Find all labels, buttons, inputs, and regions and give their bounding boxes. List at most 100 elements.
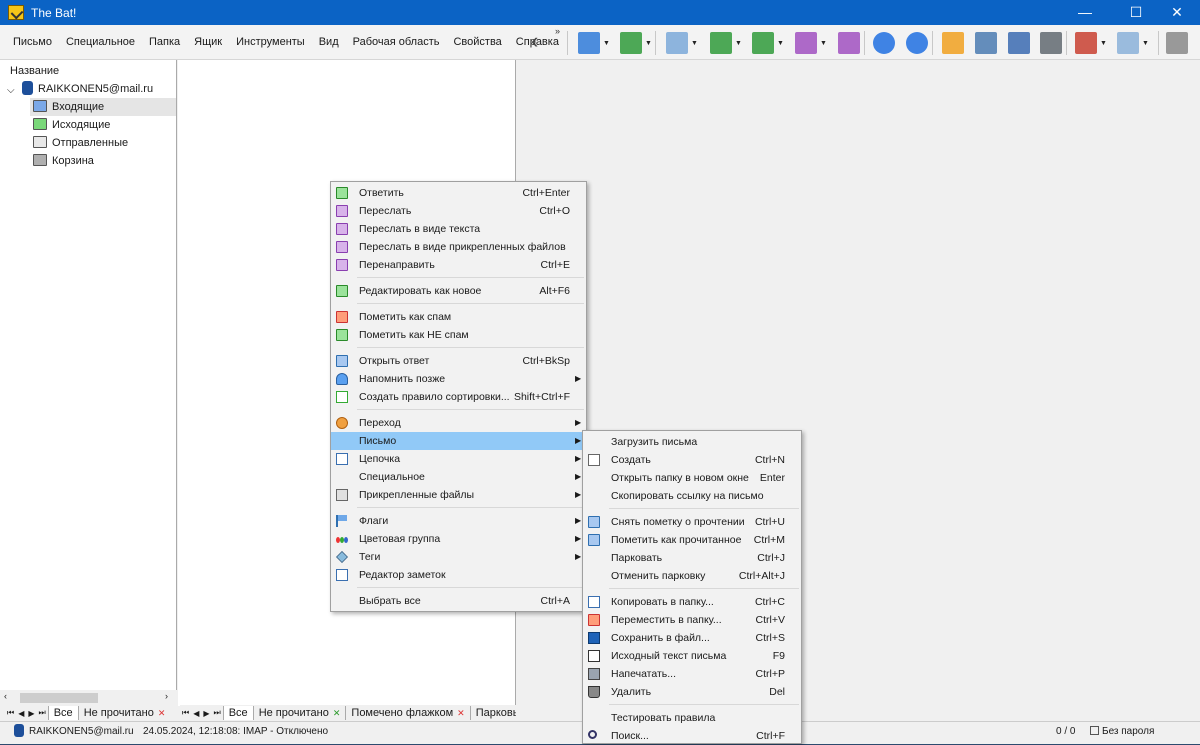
tab-next-icon[interactable]: ▶ <box>201 709 211 718</box>
tab-list_tabs-0[interactable]: Все <box>222 706 253 720</box>
chevron-down-icon[interactable]: ▼ <box>777 40 784 47</box>
folder-column-header[interactable]: Название <box>10 65 59 77</box>
scroll-left-icon[interactable]: ‹ <box>4 691 7 701</box>
toolbar-button-reply-all[interactable]: ▼ <box>752 29 786 57</box>
menu-item-context_menu-5-1[interactable]: Цветовая группа ▶ <box>331 530 586 548</box>
chevron-down-icon[interactable]: ▼ <box>645 40 652 47</box>
toolbar-button-forward[interactable]: ▼ <box>795 29 829 57</box>
folder-item[interactable]: Отправленные <box>30 134 176 152</box>
scroll-right-icon[interactable]: › <box>165 691 168 701</box>
menu-7[interactable]: Рабочая область <box>346 30 447 54</box>
folder-item[interactable]: Корзина <box>30 152 176 170</box>
toolbar-button-previous-arrow[interactable] <box>873 29 899 57</box>
toolbar-button-delete[interactable] <box>1166 29 1192 57</box>
menu-item-context_menu-2-0[interactable]: Пометить как спам <box>331 308 586 326</box>
menu-3[interactable]: Папка <box>142 30 187 54</box>
menu-item-submenu-2-1[interactable]: Переместить в папку... Ctrl+V <box>583 611 801 629</box>
tab-first-icon[interactable]: ⏮ <box>5 708 16 718</box>
toolbar-button-new-message[interactable]: ▼ <box>666 29 700 57</box>
chevron-down-icon[interactable]: ▼ <box>1100 40 1107 47</box>
menu-item-submenu-0-2[interactable]: Открыть папку в новом окне Enter <box>583 469 801 487</box>
toolbar-button-reply[interactable]: ▼ <box>710 29 744 57</box>
toolbar-button-send-mail[interactable]: ▼ <box>620 29 654 57</box>
folder-item[interactable]: Исходящие <box>30 116 176 134</box>
chevron-down-icon[interactable]: ⌵ <box>7 82 15 100</box>
tab-list_tabs-3[interactable]: Парковы <box>469 706 516 720</box>
menu-item-submenu-3-0[interactable]: Тестировать правила <box>583 709 801 727</box>
toolbar-button-find[interactable] <box>975 29 1001 57</box>
toolbar-more-button[interactable]: » <box>555 26 560 36</box>
folder-item[interactable]: Входящие <box>30 98 176 116</box>
tab-folder_tabs-1[interactable]: Не прочитано ✕ <box>77 706 171 720</box>
close-icon[interactable]: ✕ <box>333 708 341 718</box>
tab-list_tabs-2[interactable]: Помечено флажком ✕ <box>345 706 469 720</box>
tab-list_tabs-1[interactable]: Не прочитано ✕ <box>252 706 346 720</box>
chevron-down-icon[interactable]: ▼ <box>603 40 610 47</box>
account-node[interactable]: ⌵ RAIKKONEN5@mail.ru <box>0 80 176 98</box>
toolbar-button-save-message[interactable] <box>1008 29 1034 57</box>
tab-folder_tabs-0[interactable]: Все <box>47 706 78 720</box>
toolbar-button-get-mail[interactable]: ▼ <box>578 29 612 57</box>
menu-item-submenu-2-3[interactable]: Исходный текст письма F9 <box>583 647 801 665</box>
close-icon[interactable]: ✕ <box>457 708 465 718</box>
folder-hscrollbar[interactable]: ‹ › <box>0 690 177 706</box>
chevron-down-icon[interactable]: ▼ <box>691 40 698 47</box>
toolbar-button-next-arrow[interactable] <box>906 29 932 57</box>
menu-item-submenu-2-2[interactable]: Сохранить в файл... Ctrl+S <box>583 629 801 647</box>
menu-2[interactable]: Специальное <box>59 30 142 54</box>
menu-item-submenu-3-1[interactable]: Поиск... Ctrl+F <box>583 727 801 745</box>
menu-item-context_menu-3-0[interactable]: Открыть ответ Ctrl+BkSp <box>331 352 586 370</box>
menu-item-context_menu-4-1[interactable]: Письмо ▶ <box>331 432 586 450</box>
menu-item-submenu-2-4[interactable]: Напечатать... Ctrl+P <box>583 665 801 683</box>
menu-item-submenu-1-2[interactable]: Парковать Ctrl+J <box>583 549 801 567</box>
tab-next-icon[interactable]: ▶ <box>26 709 36 718</box>
chevron-down-icon[interactable]: ▼ <box>1142 40 1149 47</box>
toolbar-scroll-left-icon[interactable]: ‹ <box>531 30 547 54</box>
menu-item-context_menu-0-2[interactable]: Переслать в виде текста <box>331 220 586 238</box>
menu-item-context_menu-3-2[interactable]: Создать правило сортировки... Shift+Ctrl+… <box>331 388 586 406</box>
menu-item-submenu-0-0[interactable]: Загрузить письма <box>583 433 801 451</box>
minimize-button[interactable]: — <box>1062 0 1108 25</box>
tab-prev-icon[interactable]: ◀ <box>16 709 26 718</box>
toolbar-button-print[interactable] <box>1040 29 1066 57</box>
menu-item-submenu-1-1[interactable]: Пометить как прочитанное Ctrl+M <box>583 531 801 549</box>
tab-prev-icon[interactable]: ◀ <box>191 709 201 718</box>
toolbar-button-redirect[interactable] <box>838 29 864 57</box>
menu-item-submenu-0-3[interactable]: Скопировать ссылку на письмо <box>583 487 801 505</box>
toolbar-button-address-book[interactable] <box>942 29 968 57</box>
menu-5[interactable]: Инструменты <box>229 30 312 54</box>
menu-item-context_menu-3-1[interactable]: Напомнить позже ▶ <box>331 370 586 388</box>
menu-item-context_menu-4-3[interactable]: Специальное ▶ <box>331 468 586 486</box>
chevron-down-icon[interactable]: ▼ <box>820 40 827 47</box>
tab-last-icon[interactable]: ⏭ <box>37 708 48 718</box>
menu-item-context_menu-6-0[interactable]: Выбрать все Ctrl+A <box>331 592 586 610</box>
menu-item-context_menu-0-0[interactable]: Ответить Ctrl+Enter <box>331 184 586 202</box>
menu-item-context_menu-1-0[interactable]: Редактировать как новое Alt+F6 <box>331 282 586 300</box>
menu-1[interactable]: Письмо <box>6 30 59 54</box>
menu-item-context_menu-4-4[interactable]: Прикрепленные файлы ▶ <box>331 486 586 504</box>
menu-item-context_menu-0-3[interactable]: Переслать в виде прикрепленных файлов <box>331 238 586 256</box>
scrollbar-thumb[interactable] <box>20 693 98 703</box>
menu-item-context_menu-0-4[interactable]: Перенаправить Ctrl+E <box>331 256 586 274</box>
tab-first-icon[interactable]: ⏮ <box>180 708 191 718</box>
menu-item-context_menu-5-3[interactable]: Редактор заметок <box>331 566 586 584</box>
menu-item-submenu-1-0[interactable]: Снять пометку о прочтении Ctrl+U <box>583 513 801 531</box>
toolbar-button-copy-to-folder[interactable]: ▼ <box>1117 29 1151 57</box>
menu-item-submenu-0-1[interactable]: Создать Ctrl+N <box>583 451 801 469</box>
menu-item-submenu-2-5[interactable]: Удалить Del <box>583 683 801 701</box>
tab-last-icon[interactable]: ⏭ <box>212 708 223 718</box>
menu-item-context_menu-4-0[interactable]: Переход ▶ <box>331 414 586 432</box>
menu-item-context_menu-5-0[interactable]: Флаги ▶ <box>331 512 586 530</box>
close-button[interactable]: ✕ <box>1154 0 1200 25</box>
toolbar-button-move-to-folder[interactable]: ▼ <box>1075 29 1109 57</box>
close-icon[interactable]: ✕ <box>158 708 166 718</box>
menu-item-submenu-2-0[interactable]: Копировать в папку... Ctrl+C <box>583 593 801 611</box>
menu-item-submenu-1-3[interactable]: Отменить парковку Ctrl+Alt+J <box>583 567 801 585</box>
menu-item-context_menu-4-2[interactable]: Цепочка ▶ <box>331 450 586 468</box>
menu-8[interactable]: Свойства <box>446 30 508 54</box>
menu-item-context_menu-2-1[interactable]: Пометить как НЕ спам <box>331 326 586 344</box>
chevron-down-icon[interactable]: ▼ <box>735 40 742 47</box>
menu-item-context_menu-5-2[interactable]: Теги ▶ <box>331 548 586 566</box>
menu-item-context_menu-0-1[interactable]: Переслать Ctrl+O <box>331 202 586 220</box>
maximize-button[interactable]: ☐ <box>1113 0 1159 25</box>
